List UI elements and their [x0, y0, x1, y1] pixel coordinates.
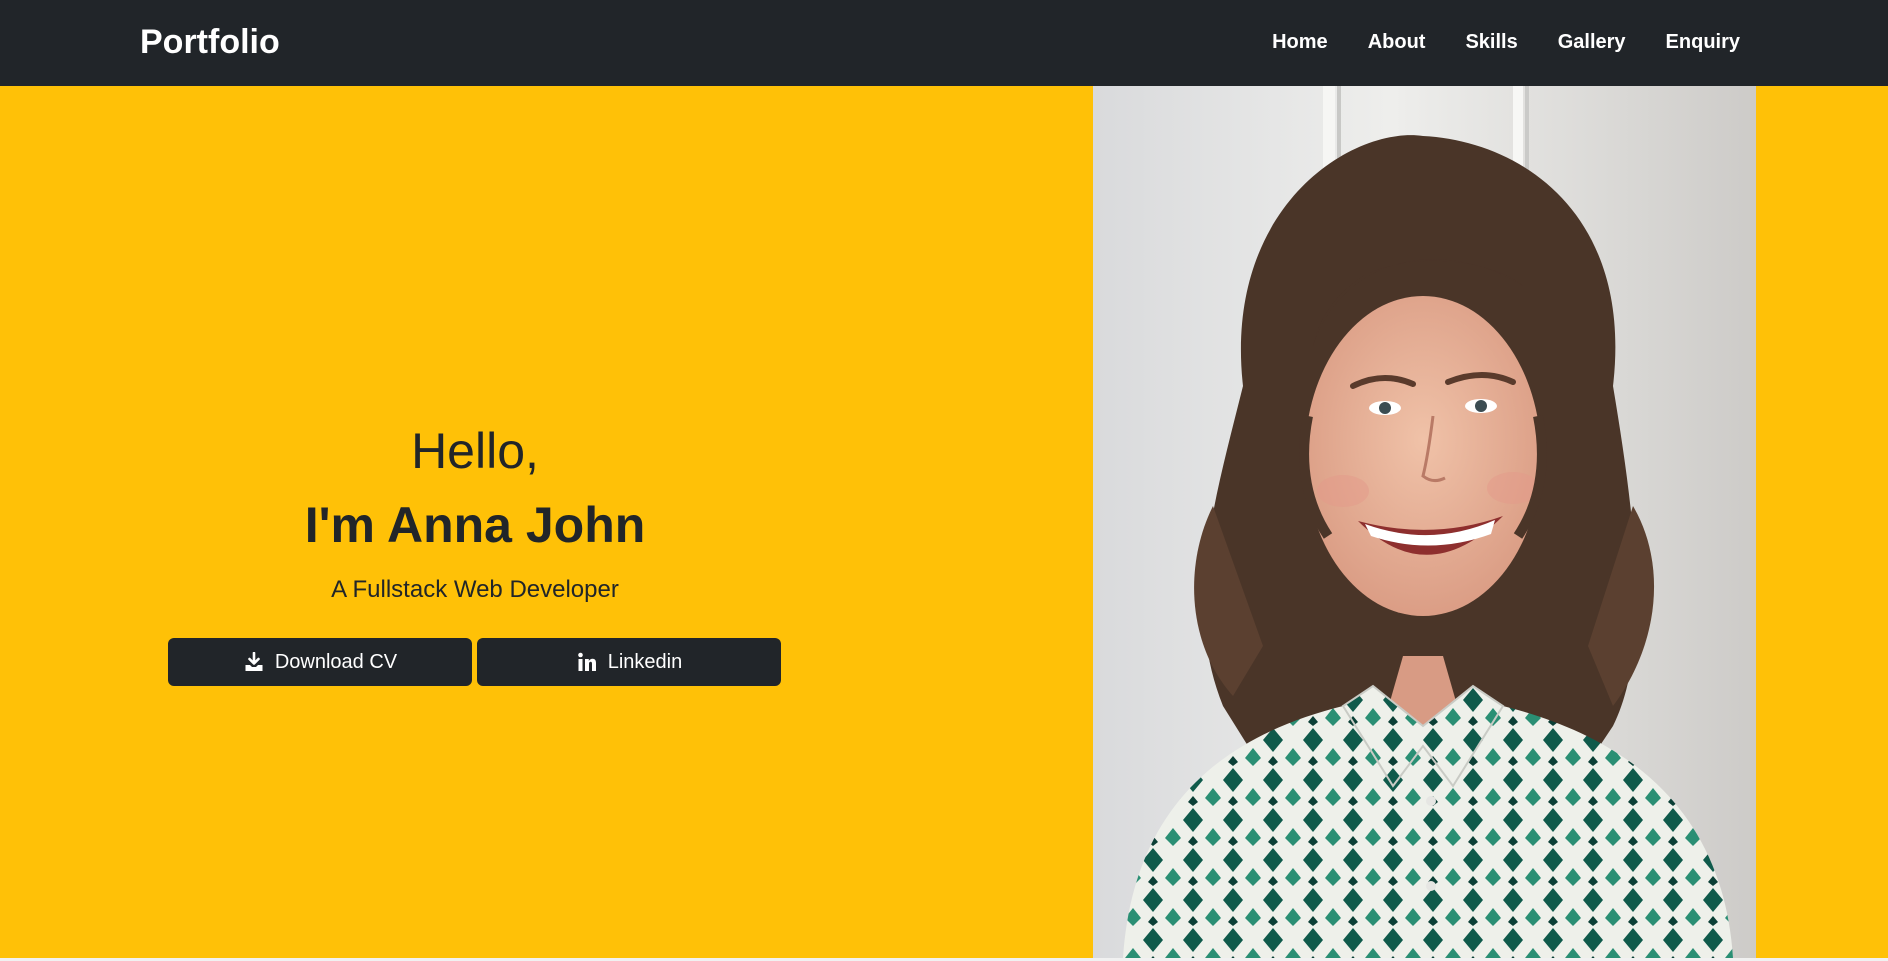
- navbar: Portfolio Home About Skills Gallery Enqu…: [0, 0, 1888, 86]
- nav-link-enquiry[interactable]: Enquiry: [1666, 28, 1740, 56]
- hero-tagline: A Fullstack Web Developer: [331, 576, 619, 603]
- download-cv-button[interactable]: Download CV: [168, 638, 472, 686]
- nav-link-about[interactable]: About: [1368, 28, 1426, 56]
- nav-links: Home About Skills Gallery Enquiry: [1272, 28, 1740, 56]
- brand-logo[interactable]: Portfolio: [140, 20, 280, 64]
- nav-link-skills[interactable]: Skills: [1465, 28, 1517, 56]
- download-cv-label: Download CV: [274, 650, 398, 673]
- intro-prefix: I'm: [304, 497, 387, 553]
- hero-intro: I'm Anna John: [0, 494, 950, 556]
- linkedin-button[interactable]: Linkedin: [477, 638, 781, 686]
- hero-greeting: Hello,: [411, 423, 539, 479]
- hero-section: Hello, I'm Anna John A Fullstack Web Dev…: [0, 86, 1888, 958]
- download-icon: [243, 651, 265, 673]
- nav-link-home[interactable]: Home: [1272, 28, 1328, 56]
- hero-text: Hello, I'm Anna John A Fullstack Web Dev…: [0, 86, 950, 958]
- hero-name: Anna John: [386, 497, 646, 553]
- profile-photo: [1093, 86, 1756, 958]
- linkedin-icon: [576, 651, 598, 673]
- nav-link-gallery[interactable]: Gallery: [1558, 28, 1626, 56]
- linkedin-label: Linkedin: [607, 650, 683, 673]
